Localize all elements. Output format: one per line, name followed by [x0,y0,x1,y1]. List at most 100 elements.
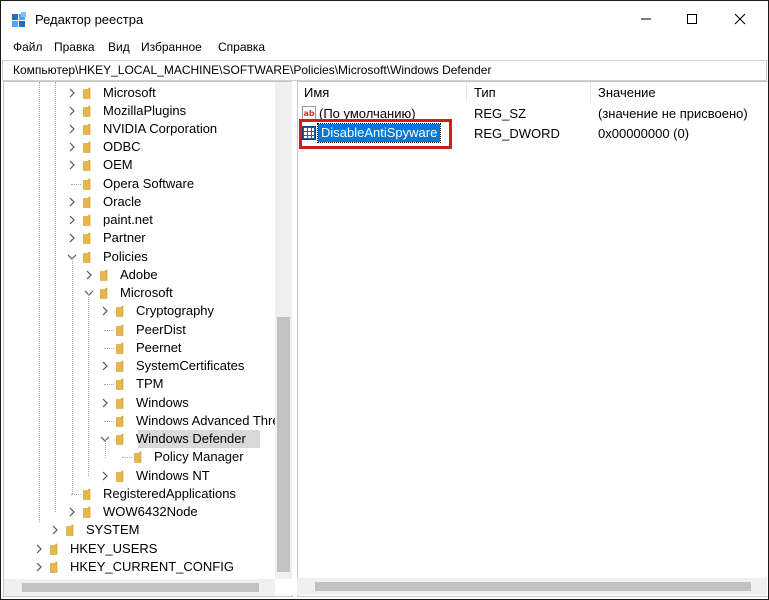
title-bar[interactable]: Редактор реестра [1,1,768,37]
tree-item[interactable]: HKEY_USERS [4,540,274,558]
address-path[interactable]: Компьютер\HKEY_LOCAL_MACHINE\SOFTWARE\Po… [13,63,491,77]
window-title: Редактор реестра [35,12,144,27]
menu-help[interactable]: Справка [218,40,265,54]
column-separator[interactable] [590,82,591,102]
string-value-icon: ab [302,106,316,120]
column-header-type[interactable]: Тип [474,85,496,105]
column-header-name[interactable]: Имя [304,85,329,105]
tree-connector-line [104,384,114,385]
folder-icon [83,178,91,190]
column-separator[interactable] [466,82,467,102]
folder-icon [83,141,91,153]
folder-icon [100,287,108,299]
tree-item[interactable]: NVIDIA Corporation [4,120,274,138]
tree-item[interactable]: Windows Defender [4,430,274,448]
tree-connector-line [104,330,114,331]
chevron-right-icon[interactable] [67,142,77,152]
chevron-down-icon[interactable] [84,288,94,298]
chevron-right-icon[interactable] [34,544,44,554]
value-type: REG_DWORD [474,126,560,141]
tree-item-label: Adobe [120,267,158,282]
menu-favorites[interactable]: Избранное [141,40,202,54]
chevron-right-icon[interactable] [100,398,110,408]
tree-item-label: Partner [103,230,146,245]
chevron-right-icon[interactable] [67,160,77,170]
close-button[interactable] [717,1,763,37]
tree-item[interactable]: Microsoft [4,84,274,102]
tree-item[interactable]: Policies [4,248,274,266]
address-bar[interactable]: Компьютер\HKEY_LOCAL_MACHINE\SOFTWARE\Po… [2,60,767,81]
tree-item[interactable]: PeerDist [4,321,274,339]
tree-item[interactable]: Windows [4,394,274,412]
tree-item[interactable]: RegisteredApplications [4,485,274,503]
tree-item-label: paint.net [103,212,153,227]
folder-icon [83,214,91,226]
chevron-right-icon[interactable] [100,306,110,316]
tree-item[interactable]: Cryptography [4,302,274,320]
menu-bar: Файл Правка Вид Избранное Справка [1,39,768,57]
folder-icon [83,123,91,135]
chevron-right-icon[interactable] [67,233,77,243]
menu-edit[interactable]: Правка [54,40,95,54]
maximize-button[interactable] [669,1,715,37]
pane-splitter[interactable] [292,81,296,595]
tree-guide-line [39,82,40,522]
tree-item-label: ODBC [103,139,141,154]
tree-item[interactable]: SystemCertificates [4,357,274,375]
tree-item[interactable]: paint.net [4,211,274,229]
folder-icon [116,324,124,336]
menu-file[interactable]: Файл [13,40,43,54]
chevron-right-icon[interactable] [67,88,77,98]
tree-item-label: Policies [103,249,148,264]
minimize-button[interactable] [623,1,669,37]
tree-item[interactable]: Microsoft [4,284,274,302]
tree-item-label: RegisteredApplications [103,486,236,501]
tree-item[interactable]: Windows Advanced Threa [4,412,287,430]
minimize-icon [641,18,651,20]
annotation-highlight-box [299,119,452,149]
tree-item[interactable]: SYSTEM [4,521,274,539]
tree-item[interactable]: HKEY_CURRENT_CONFIG [4,558,274,576]
values-pane[interactable]: Имя Тип Значение ab (По умолчанию) REG_S… [297,81,768,597]
tree-guide-line [105,440,106,458]
tree-item[interactable]: ODBC [4,138,274,156]
folder-icon [83,196,91,208]
folder-icon [83,87,91,99]
tree-item[interactable]: Oracle [4,193,274,211]
chevron-right-icon[interactable] [34,562,44,572]
tree-item[interactable]: MozillaPlugins [4,102,274,120]
tree-item[interactable]: Policy Manager [4,448,274,466]
column-header-data[interactable]: Значение [598,85,656,105]
tree-item[interactable]: OEM [4,156,274,174]
tree-item[interactable]: Partner [4,229,274,247]
menu-view[interactable]: Вид [108,40,130,54]
chevron-right-icon[interactable] [67,106,77,116]
key-tree-pane[interactable]: Microsoft MozillaPlugins NVIDIA Corporatio… [3,81,293,597]
folder-icon [116,433,124,445]
chevron-right-icon[interactable] [67,507,77,517]
tree-vertical-scroll-thumb[interactable] [277,317,290,572]
folder-icon [116,305,124,317]
tree-item[interactable]: Windows NT [4,467,274,485]
tree-item[interactable]: TPM [4,375,274,393]
chevron-right-icon[interactable] [50,525,60,535]
tree-connector-line [104,348,114,349]
tree-item-label: Windows Defender [136,431,246,446]
chevron-right-icon[interactable] [100,471,110,481]
chevron-right-icon[interactable] [67,215,77,225]
chevron-right-icon[interactable] [84,270,94,280]
tree-item-label: NVIDIA Corporation [103,121,218,136]
tree-guide-line [72,258,73,494]
chevron-right-icon[interactable] [67,197,77,207]
tree-guide-line [88,294,89,476]
tree-horizontal-scroll-thumb[interactable] [22,583,259,592]
tree-item[interactable]: Peernet [4,339,274,357]
tree-item[interactable]: WOW6432Node [4,503,274,521]
chevron-right-icon[interactable] [67,124,77,134]
tree-item[interactable]: Opera Software [4,175,274,193]
values-horizontal-scroll-thumb[interactable] [315,582,751,591]
tree-connector-line [71,494,81,495]
chevron-right-icon[interactable] [100,361,110,371]
tree-item[interactable]: Adobe [4,266,274,284]
tree-item-label: Cryptography [136,303,215,318]
